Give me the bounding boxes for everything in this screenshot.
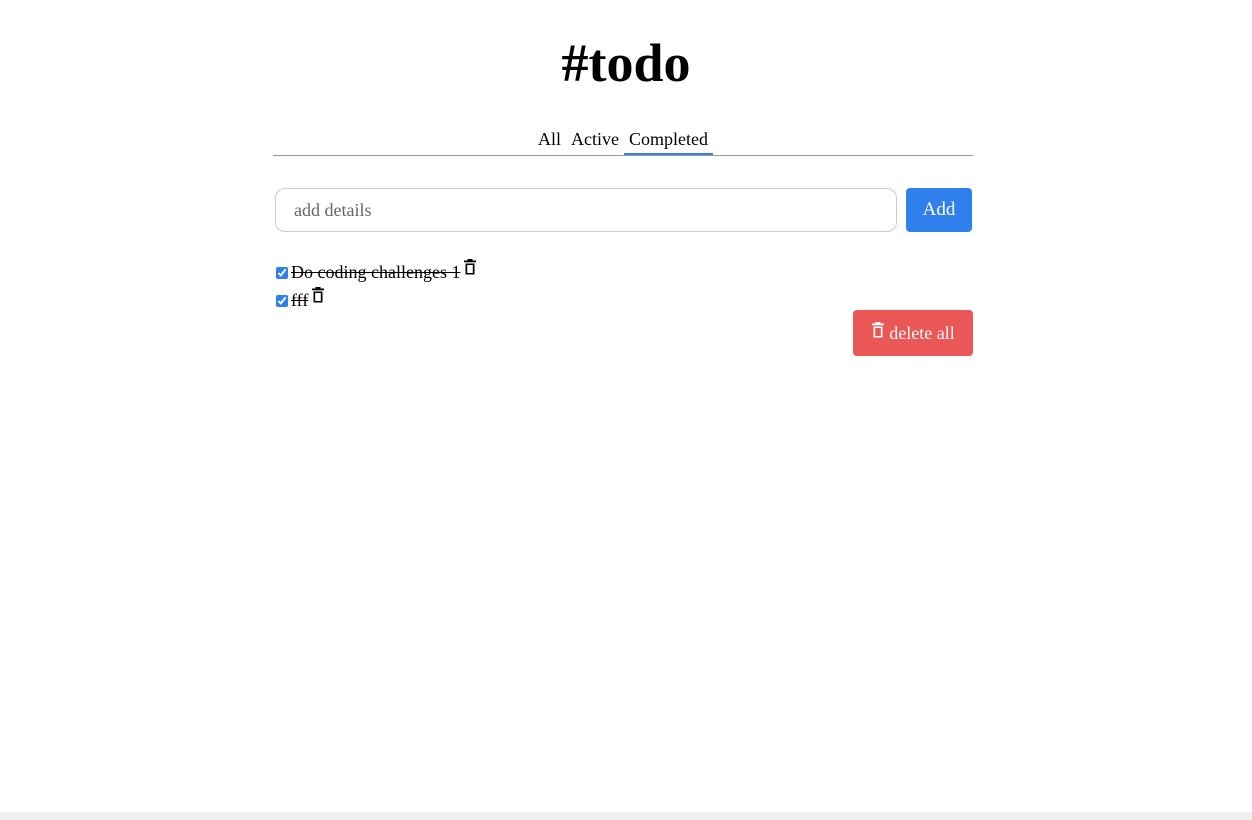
tab-all[interactable]: All bbox=[533, 125, 566, 155]
bottom-strip bbox=[0, 812, 1252, 820]
todo-checkbox[interactable] bbox=[276, 267, 288, 279]
todo-item: fff bbox=[275, 283, 477, 311]
add-button[interactable]: Add bbox=[906, 188, 972, 232]
add-details-input[interactable] bbox=[275, 188, 897, 232]
todo-page: #todo All Active Completed Add Do coding… bbox=[0, 0, 1252, 812]
tab-active[interactable]: Active bbox=[566, 125, 624, 155]
filter-tabs: All Active Completed bbox=[273, 124, 973, 156]
add-todo-form: Add bbox=[275, 188, 972, 232]
trash-icon bbox=[871, 322, 885, 338]
delete-all-button[interactable]: delete all bbox=[853, 310, 973, 356]
tab-completed[interactable]: Completed bbox=[624, 125, 713, 155]
todo-text: Do coding challenges 1 bbox=[291, 262, 461, 282]
todo-checkbox[interactable] bbox=[276, 295, 288, 307]
delete-all-label: delete all bbox=[889, 322, 955, 343]
todo-text: fff bbox=[291, 290, 309, 310]
trash-icon[interactable] bbox=[311, 287, 325, 303]
trash-icon[interactable] bbox=[463, 259, 477, 275]
todo-item: Do coding challenges 1 bbox=[275, 255, 477, 283]
todo-list: Do coding challenges 1 fff bbox=[275, 255, 477, 311]
page-title: #todo bbox=[561, 33, 691, 93]
